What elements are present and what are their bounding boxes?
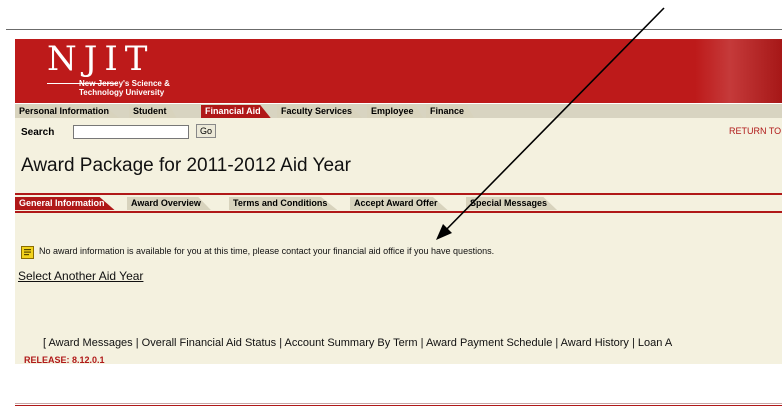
annotation-arrow-icon: [436, 7, 665, 240]
footer-divider: [15, 403, 782, 404]
